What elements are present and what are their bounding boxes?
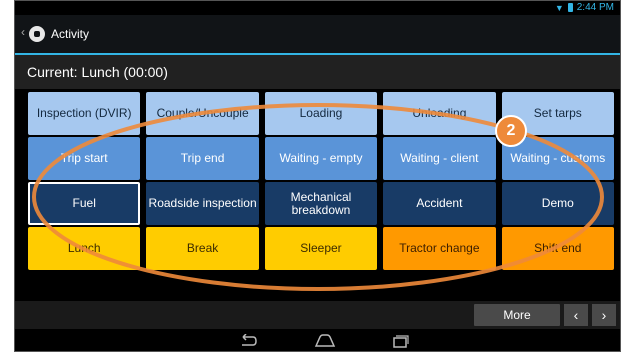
- activity-tile-lunch[interactable]: Lunch: [28, 227, 141, 270]
- bottom-bar: More ‹ ›: [15, 301, 620, 329]
- activity-tile-break[interactable]: Break: [146, 227, 259, 270]
- status-time: 2:44 PM: [576, 2, 614, 13]
- activity-tile-waiting-client[interactable]: Waiting - client: [383, 137, 496, 180]
- activity-tile-mechanical-breakdown[interactable]: Mechanical breakdown: [264, 182, 378, 225]
- activity-tile-tractor-change[interactable]: Tractor change: [383, 227, 496, 270]
- annotation-badge: 2: [495, 115, 527, 147]
- tablet-screen: ▼ 2:44 PM ‹ Activity Current: Lunch (00:…: [14, 0, 621, 352]
- home-icon[interactable]: [314, 334, 336, 348]
- activity-tile-fuel[interactable]: Fuel: [28, 182, 141, 225]
- status-bar: ▼ 2:44 PM: [15, 1, 620, 15]
- action-bar: ‹ Activity: [15, 15, 620, 55]
- current-activity-label: Current: Lunch (00:00): [15, 55, 620, 89]
- activity-tile-roadside-inspection[interactable]: Roadside inspection: [146, 182, 259, 225]
- activity-tile-loading[interactable]: Loading: [264, 92, 378, 135]
- activity-tile-trip-end[interactable]: Trip end: [146, 137, 259, 180]
- page-title: Activity: [51, 27, 90, 41]
- back-icon[interactable]: [237, 334, 257, 348]
- battery-icon: [567, 3, 573, 12]
- app-logo-icon[interactable]: [29, 26, 45, 42]
- up-caret-icon[interactable]: ‹: [21, 25, 25, 39]
- next-page-button[interactable]: ›: [592, 304, 616, 326]
- wifi-icon: ▼: [554, 2, 564, 13]
- activity-grid: Inspection (DVIR) Couple/Uncouple Loading U…: [28, 92, 614, 270]
- activity-tile-shift-end[interactable]: Shift end: [501, 227, 614, 270]
- more-button[interactable]: More: [474, 304, 560, 326]
- activity-tile-sleeper[interactable]: Sleeper: [264, 227, 378, 270]
- activity-tile-waiting-empty[interactable]: Waiting - empty: [264, 137, 378, 180]
- activity-tile-couple-uncouple[interactable]: Couple/Uncouple: [146, 92, 259, 135]
- activity-tile-accident[interactable]: Accident: [383, 182, 496, 225]
- previous-page-button[interactable]: ‹: [564, 304, 588, 326]
- recent-apps-icon[interactable]: [391, 334, 409, 348]
- activity-tile-trip-start[interactable]: Trip start: [28, 137, 141, 180]
- activity-tile-demo[interactable]: Demo: [501, 182, 614, 225]
- activity-tile-inspection-dvir[interactable]: Inspection (DVIR): [28, 92, 141, 135]
- activity-tile-unloading[interactable]: Unloading: [383, 92, 496, 135]
- system-navigation-bar: [15, 329, 620, 351]
